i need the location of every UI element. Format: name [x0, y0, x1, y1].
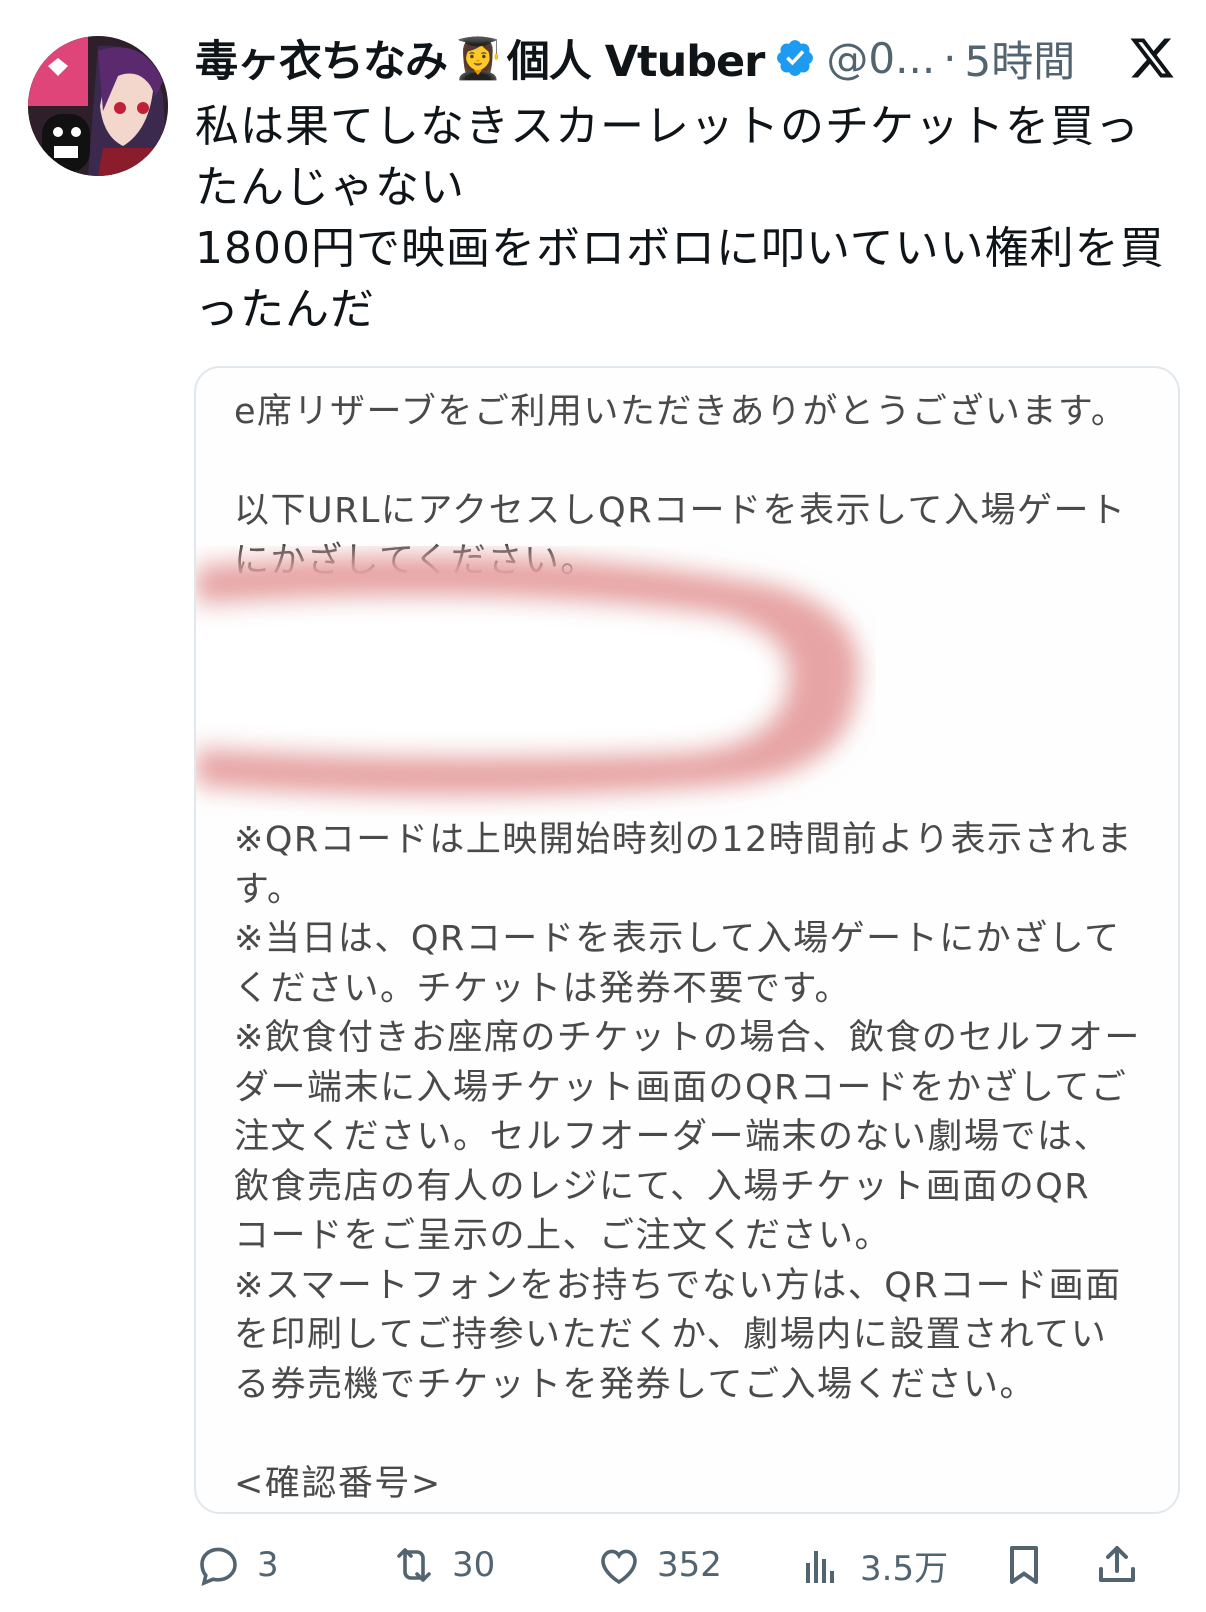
media-text-bottom: ※QRコードは上映開始時刻の12時間前より表示されま す。 ※当日は、QRコード… — [234, 820, 1141, 1504]
student-emoji-icon: 👩‍🎓 — [453, 35, 503, 82]
x-logo-icon[interactable] — [1128, 34, 1176, 82]
views-icon — [806, 1551, 834, 1583]
reply-icon — [200, 1547, 237, 1587]
redaction-scribble — [196, 554, 860, 796]
display-name[interactable]: 毒ヶ衣ちなみ — [195, 27, 448, 89]
reply-count: 3 — [257, 1545, 279, 1585]
tweet-header: 毒ヶ衣ちなみ 👩‍🎓 個人 Vtuber @0... · 5時間 — [195, 28, 1176, 88]
repost-count: 30 — [452, 1545, 496, 1585]
repost-icon — [397, 1548, 431, 1582]
tweet-text: 私は果てしなきスカーレットのチケットを買っ たんじゃない 1800円で映画をボロ… — [195, 101, 1165, 335]
share-icon — [1099, 1546, 1135, 1582]
avatar-image — [28, 36, 168, 176]
bookmark-button[interactable] — [1000, 1535, 1048, 1595]
share-button[interactable] — [1093, 1535, 1141, 1595]
view-count: 3.5万 — [860, 1548, 949, 1589]
bookmark-icon — [1010, 1546, 1038, 1584]
reply-button[interactable]: 3 — [195, 1535, 279, 1595]
action-bar: 3 30 352 3.5万 — [195, 1535, 1175, 1595]
like-count: 352 — [657, 1545, 722, 1585]
display-name-suffix[interactable]: 個人 Vtuber — [507, 27, 766, 89]
repost-button[interactable]: 30 — [390, 1535, 495, 1595]
views-button[interactable]: 3.5万 — [798, 1535, 948, 1595]
separator-dot: · — [943, 33, 957, 83]
timestamp[interactable]: 5時間 — [965, 28, 1076, 89]
verified-badge-icon[interactable] — [774, 37, 816, 79]
media-image[interactable]: e席リザーブをご利用いただきありがとうございます。 以下URLにアクセスしQRコ… — [194, 366, 1180, 1514]
like-icon — [601, 1549, 637, 1585]
like-button[interactable]: 352 — [595, 1535, 722, 1595]
handle[interactable]: @0... — [826, 34, 935, 83]
avatar[interactable] — [28, 36, 168, 176]
